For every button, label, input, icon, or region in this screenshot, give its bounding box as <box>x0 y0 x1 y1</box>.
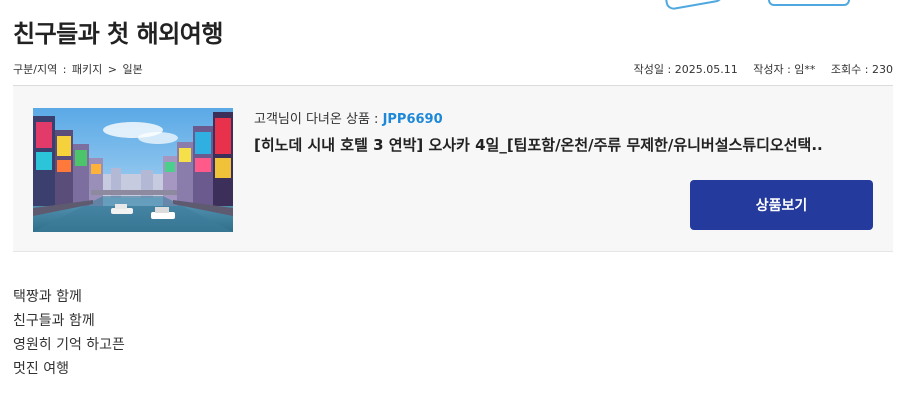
views-label: 조회수 <box>830 63 862 76</box>
product-code[interactable]: JPP6690 <box>383 112 443 127</box>
body-line: 택짱과 함께 <box>13 289 82 305</box>
decorative-banner-shape <box>768 0 850 6</box>
view-product-button[interactable]: 상품보기 <box>690 180 873 230</box>
author-value: 임** <box>794 63 816 76</box>
body-line: 멋진 여행 <box>13 361 69 377</box>
post-body: 택짱과 함께 친구들과 함께 영원히 기억 하고픈 멋진 여행 <box>13 285 125 381</box>
separator: : <box>62 63 67 76</box>
review-label-text: 고객님이 다녀온 상품 : <box>254 112 379 127</box>
review-product-label: 고객님이 다녀온 상품 : JPP6690 <box>254 108 443 127</box>
post-date: 작성일 : 2025.05.11 <box>633 63 738 76</box>
page-title: 친구들과 첫 해외여행 <box>13 20 223 48</box>
post-author: 작성자 : 임** <box>753 63 816 76</box>
views-value: 230 <box>872 63 893 76</box>
decorative-tag-shape <box>663 0 725 11</box>
author-label: 작성자 <box>753 63 784 76</box>
product-image[interactable] <box>33 108 233 232</box>
product-name[interactable]: [히노데 시내 호텔 3 연박] 오사카 4일_[팁포함/온천/주류 무제한/유… <box>254 134 854 155</box>
post-views: 조회수 : 230 <box>830 63 893 76</box>
body-line: 영원히 기억 하고픈 <box>13 337 125 353</box>
osaka-canal-illustration <box>33 108 233 232</box>
category-label: 구분/지역 <box>13 63 58 76</box>
category-type: 패키지 <box>71 63 103 76</box>
date-label: 작성일 <box>633 63 665 76</box>
chevron-right-icon: > <box>107 63 117 76</box>
post-meta-info: 작성일 : 2025.05.11 작성자 : 임** 조회수 : 230 <box>622 61 893 77</box>
review-detail-page: 친구들과 첫 해외여행 구분/지역 : 패키지 > 일본 작성일 : 2025.… <box>0 0 915 400</box>
category-info: 구분/지역 : 패키지 > 일본 <box>13 61 143 77</box>
body-line: 친구들과 함께 <box>13 313 95 329</box>
product-card: 고객님이 다녀온 상품 : JPP6690 [히노데 시내 호텔 3 연박] 오… <box>13 85 893 252</box>
category-region: 일본 <box>122 63 143 76</box>
post-meta-row: 구분/지역 : 패키지 > 일본 작성일 : 2025.05.11 작성자 : … <box>13 61 893 77</box>
date-value: 2025.05.11 <box>674 63 738 76</box>
